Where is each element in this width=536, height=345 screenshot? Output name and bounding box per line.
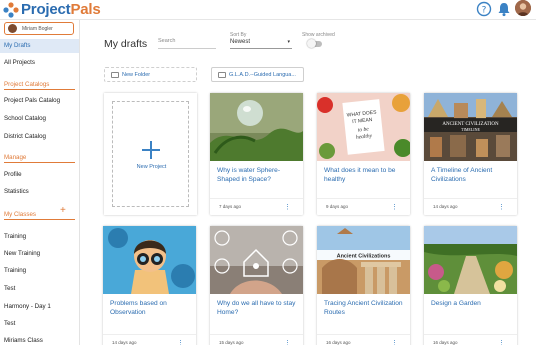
svg-text:TIMELINE: TIMELINE bbox=[461, 127, 480, 132]
main-content: My drafts Search Sort By Newest ▾ Show a… bbox=[80, 20, 536, 345]
section-manage: Manage bbox=[4, 153, 75, 163]
svg-text:Ancient Civilizations: Ancient Civilizations bbox=[337, 254, 391, 260]
project-thumbnail bbox=[424, 226, 517, 294]
logo-mark-icon bbox=[3, 1, 19, 18]
sidebar-item-class[interactable]: New Training bbox=[0, 247, 79, 261]
project-card[interactable]: Problems based on Observation 14 days ag… bbox=[103, 226, 196, 345]
project-date: 16 days ago bbox=[326, 340, 351, 345]
sort-select[interactable]: Sort By Newest ▾ bbox=[230, 32, 292, 49]
project-title[interactable]: Why is water Sphere-Shaped in Space? bbox=[217, 166, 297, 184]
user-avatar[interactable] bbox=[515, 0, 531, 16]
project-card[interactable]: Design a Garden 16 days ago ⋮ bbox=[424, 226, 517, 345]
project-thumbnail bbox=[103, 226, 196, 294]
project-date: 15 days ago bbox=[219, 340, 244, 345]
project-card[interactable]: Why do we all have to stay Home? 15 days… bbox=[210, 226, 303, 345]
project-thumbnail bbox=[210, 93, 303, 161]
new-project-dropzone: New Project bbox=[112, 101, 189, 207]
toggle-knob bbox=[307, 39, 316, 48]
app-logo[interactable]: ProjectPals bbox=[3, 1, 101, 18]
show-archived-toggle[interactable] bbox=[307, 39, 322, 48]
project-title[interactable]: What does it mean to be healthy bbox=[324, 166, 404, 184]
more-vert-icon[interactable]: ⋮ bbox=[391, 340, 398, 345]
project-date: 14 days ago bbox=[433, 204, 458, 209]
project-thumbnail: Ancient Civilizations bbox=[317, 226, 410, 294]
project-date: 16 days ago bbox=[433, 340, 458, 345]
more-vert-icon[interactable]: ⋮ bbox=[498, 340, 505, 345]
card-divider bbox=[210, 334, 303, 335]
svg-text:?: ? bbox=[482, 5, 487, 15]
card-divider bbox=[317, 198, 410, 199]
folder-item[interactable]: G.L.A.D.--Guided Langua... bbox=[211, 67, 304, 82]
sidebar-item-school-catalog[interactable]: School Catalog bbox=[0, 112, 79, 126]
page-title: My drafts bbox=[104, 38, 148, 50]
more-vert-icon[interactable]: ⋮ bbox=[284, 204, 291, 211]
folder-icon bbox=[218, 71, 226, 78]
project-title[interactable]: Tracing Ancient Civilization Routes bbox=[324, 299, 404, 317]
project-title[interactable]: Design a Garden bbox=[431, 299, 511, 308]
bell-icon[interactable] bbox=[496, 1, 512, 17]
project-title[interactable]: Why do we all have to stay Home? bbox=[217, 299, 297, 317]
project-date: 9 days ago bbox=[326, 204, 349, 209]
show-archived-label: Show archived bbox=[302, 32, 335, 38]
sidebar-item-profile[interactable]: Profile bbox=[0, 168, 79, 182]
sidebar-item-my-drafts[interactable]: My Drafts bbox=[0, 39, 79, 53]
more-vert-icon[interactable]: ⋮ bbox=[391, 204, 398, 211]
more-vert-icon[interactable]: ⋮ bbox=[498, 204, 505, 211]
sidebar-item-class[interactable]: Harmony - Day 1 bbox=[0, 300, 79, 314]
sidebar-item-statistics[interactable]: Statistics bbox=[0, 185, 79, 199]
project-thumbnail: ANCIENT CIVILIZATION TIMELINE bbox=[424, 93, 517, 161]
project-title[interactable]: Problems based on Observation bbox=[110, 299, 190, 317]
project-title[interactable]: A Timeline of Ancient Civilizations bbox=[431, 166, 511, 184]
sidebar-item-class[interactable]: Test bbox=[0, 282, 79, 296]
new-folder-label: New Folder bbox=[122, 71, 151, 78]
sort-label: Sort By bbox=[230, 32, 247, 38]
project-date: 7 days ago bbox=[219, 204, 242, 209]
sidebar-item-district-catalog[interactable]: District Catalog bbox=[0, 130, 79, 144]
new-project-card[interactable]: New Project bbox=[104, 93, 197, 215]
new-folder-button[interactable]: New Folder bbox=[104, 67, 197, 82]
card-divider bbox=[210, 198, 303, 199]
card-divider bbox=[424, 334, 517, 335]
search-input[interactable]: Search bbox=[158, 34, 216, 49]
sidebar-item-project-pals-catalog[interactable]: Project Pals Catalog bbox=[0, 94, 79, 108]
sort-value: Newest bbox=[230, 39, 251, 45]
top-bar: ProjectPals ? bbox=[0, 0, 536, 20]
card-divider bbox=[317, 334, 410, 335]
sidebar-item-class[interactable]: Training bbox=[0, 230, 79, 244]
add-class-plus-icon[interactable]: + bbox=[60, 206, 66, 216]
sidebar: Miriam Bogler My Drafts All Projects Pro… bbox=[0, 20, 80, 345]
sidebar-item-class[interactable]: Miriams Class bbox=[0, 334, 79, 345]
app-name: ProjectPals bbox=[21, 1, 101, 18]
plus-icon bbox=[142, 141, 160, 159]
project-date: 14 days ago bbox=[112, 340, 137, 345]
folder-name: G.L.A.D.--Guided Langua... bbox=[229, 71, 296, 78]
more-vert-icon[interactable]: ⋮ bbox=[284, 340, 291, 345]
project-card[interactable]: Ancient Civilizations Tracing Ancient Ci… bbox=[317, 226, 410, 345]
new-project-label: New Project bbox=[136, 164, 167, 170]
sort-caret-icon: ▾ bbox=[287, 39, 290, 45]
sidebar-avatar bbox=[8, 24, 17, 33]
sidebar-item-class[interactable]: Training bbox=[0, 264, 79, 278]
project-thumbnail bbox=[210, 226, 303, 294]
folder-plus-icon bbox=[111, 71, 119, 78]
sidebar-item-class[interactable]: Test bbox=[0, 317, 79, 331]
svg-text:to be: to be bbox=[358, 126, 370, 133]
card-divider bbox=[424, 198, 517, 199]
project-card[interactable]: Why is water Sphere-Shaped in Space? 7 d… bbox=[210, 93, 303, 215]
help-circle-icon[interactable]: ? bbox=[476, 1, 492, 17]
card-divider bbox=[103, 334, 196, 335]
project-thumbnail: WHAT DOES IT MEAN to be healthy bbox=[317, 93, 410, 161]
more-vert-icon[interactable]: ⋮ bbox=[177, 340, 184, 345]
sidebar-item-all-projects[interactable]: All Projects bbox=[0, 56, 79, 70]
project-card[interactable]: WHAT DOES IT MEAN to be healthy What doe… bbox=[317, 93, 410, 215]
user-menu[interactable]: Miriam Bogler bbox=[4, 22, 74, 35]
project-card[interactable]: ANCIENT CIVILIZATION TIMELINE A Timeline… bbox=[424, 93, 517, 215]
section-project-catalogs: Project Catalogs bbox=[4, 80, 75, 90]
user-name: Miriam Bogler bbox=[22, 25, 53, 32]
